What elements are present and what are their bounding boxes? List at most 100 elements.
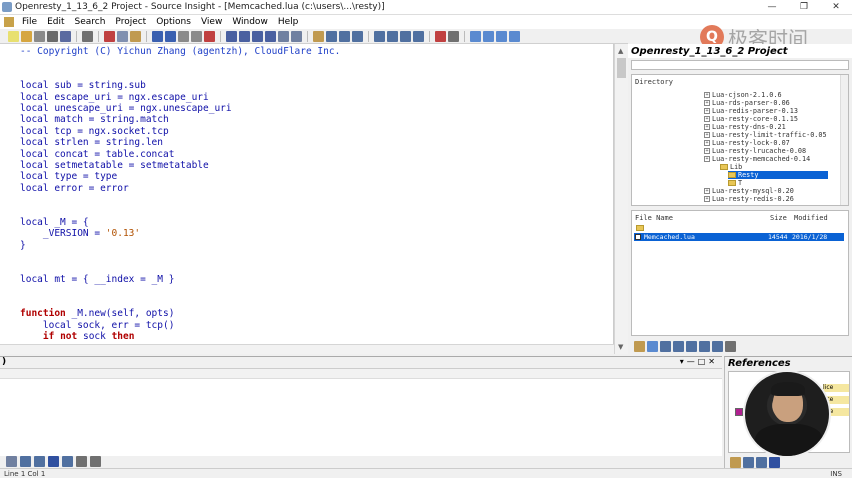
project-folder-icon[interactable] [634, 340, 645, 352]
code-line[interactable]: local mt = { __index = _M } [20, 274, 174, 285]
jump-forward-icon[interactable] [239, 30, 250, 42]
directory-scrollbar[interactable] [840, 75, 848, 205]
directory-tree-item[interactable]: + Lua-resty-limit-traffic-0.05 [704, 131, 827, 139]
nav-right-icon[interactable] [265, 30, 276, 42]
context-window-icon[interactable] [352, 30, 363, 42]
expand-icon[interactable]: + [704, 116, 710, 122]
context-book-icon[interactable] [34, 455, 45, 467]
project-tree-icon[interactable] [660, 340, 671, 352]
context-print-icon[interactable] [76, 455, 87, 467]
directory-tree-item[interactable]: + Lua-redis-parser-0.13 [704, 107, 798, 115]
jump-back-icon[interactable] [226, 30, 237, 42]
code-line[interactable]: local concat = table.concat [20, 149, 174, 160]
format-icon[interactable] [509, 30, 520, 42]
menu-window[interactable]: Window [227, 17, 273, 27]
file-list-panel[interactable]: File Name Size Modified Memcached.lua 145… [631, 210, 849, 336]
ref-folder-icon[interactable] [730, 456, 741, 468]
folder-icon[interactable] [728, 172, 736, 178]
menu-help[interactable]: Help [273, 17, 304, 27]
outdent-icon[interactable] [496, 30, 507, 42]
reference-row[interactable]: lice [823, 384, 849, 392]
folder-icon[interactable] [720, 164, 728, 170]
scroll-down-icon[interactable]: ▼ [618, 343, 623, 351]
context-font-icon[interactable] [62, 455, 73, 467]
open-file-icon[interactable] [21, 30, 32, 42]
parent-folder-icon[interactable] [636, 225, 644, 231]
code-line[interactable]: local type = type [20, 171, 117, 182]
lookup-icon[interactable] [448, 30, 459, 42]
close-file-icon[interactable] [60, 30, 71, 42]
project-filter-input[interactable] [631, 60, 849, 70]
expand-icon[interactable]: + [704, 196, 710, 202]
code-line[interactable]: local tcp = ngx.socket.tcp [20, 126, 169, 137]
layout-1-icon[interactable] [374, 30, 385, 42]
copy-icon[interactable] [117, 30, 128, 42]
code-line[interactable]: -- Copyright (C) Yichun Zhang (agentzh),… [20, 46, 340, 57]
editor-horizontal-scrollbar[interactable] [0, 344, 614, 354]
undo-icon[interactable] [152, 30, 163, 42]
menu-view[interactable]: View [196, 17, 227, 27]
code-line[interactable]: local unescape_uri = ngx.unescape_uri [20, 103, 232, 114]
expand-icon[interactable]: + [704, 156, 710, 162]
editor-vertical-scrollbar[interactable]: ▲ ▼ [614, 44, 628, 354]
file-modified-header[interactable]: Modified [794, 214, 828, 222]
directory-tree-item[interactable]: + Lua-resty-dns-0.21 [704, 123, 786, 131]
folder-icon[interactable] [728, 180, 736, 186]
directory-tree-item[interactable]: Lib [720, 163, 742, 171]
maximize-button[interactable]: ❐ [788, 0, 820, 15]
scroll-up-icon[interactable]: ▲ [618, 47, 623, 55]
project-options-icon[interactable] [725, 340, 736, 352]
code-line[interactable]: _VERSION = '0.13' [20, 228, 140, 239]
save-all-icon[interactable] [47, 30, 58, 42]
new-file-icon[interactable] [8, 30, 19, 42]
minimize-button[interactable]: — [756, 0, 788, 15]
file-row[interactable]: Memcached.lua 14544 2016/1/28 [634, 233, 844, 241]
code-line[interactable]: local sub = string.sub [20, 80, 146, 91]
project-file-icon[interactable] [686, 340, 697, 352]
expand-icon[interactable]: + [704, 92, 710, 98]
expand-icon[interactable]: + [704, 148, 710, 154]
replace-icon[interactable] [204, 30, 215, 42]
directory-tree-item[interactable]: + Lua-resty-mysql-0.20 [704, 187, 794, 195]
directory-tree-item[interactable]: + Lua-cjson-2.1.0.6 [704, 91, 782, 99]
close-button[interactable]: ✕ [820, 0, 852, 15]
context-list-icon[interactable] [20, 455, 31, 467]
expand-icon[interactable]: + [704, 100, 710, 106]
directory-tree-item[interactable]: + Lua-resty-memcached-0.14 [704, 155, 810, 163]
file-size-header[interactable]: Size [770, 214, 787, 222]
menu-project[interactable]: Project [110, 17, 151, 27]
ref-jump-icon[interactable] [769, 456, 780, 468]
context-ref-icon[interactable] [48, 455, 59, 467]
code-line[interactable]: local _M = { [20, 217, 89, 228]
directory-panel[interactable]: Directory + Lua-cjson-2.1.0.6 + Lua-rds-par… [631, 74, 849, 206]
mode-icon[interactable] [470, 30, 481, 42]
project-sort-icon[interactable] [712, 340, 723, 352]
paste-icon[interactable] [130, 30, 141, 42]
context-options-icon[interactable] [90, 455, 101, 467]
bookmark-next-icon[interactable] [291, 30, 302, 42]
redo-icon[interactable] [165, 30, 176, 42]
relation-window-icon[interactable] [339, 30, 350, 42]
file-name-header[interactable]: File Name [635, 214, 673, 222]
expand-icon[interactable]: + [704, 124, 710, 130]
directory-tree-item[interactable]: Resty [728, 171, 828, 179]
project-search-icon[interactable] [699, 340, 710, 352]
scroll-thumb[interactable] [617, 58, 626, 78]
layout-3-icon[interactable] [400, 30, 411, 42]
directory-tree-item[interactable]: + Lua-resty-lrucache-0.08 [704, 147, 806, 155]
ref-book-icon[interactable] [756, 456, 767, 468]
sync-icon[interactable] [435, 30, 446, 42]
code-line[interactable]: local escape_uri = ngx.escape_uri [20, 92, 209, 103]
panel-controls[interactable]: ▾—□✕ [680, 357, 718, 366]
directory-tree-item[interactable]: + Lua-resty-lock-0.07 [704, 139, 790, 147]
expand-icon[interactable]: + [704, 188, 710, 194]
ref-list-icon[interactable] [743, 456, 754, 468]
project-symbol-icon[interactable] [673, 340, 684, 352]
layout-2-icon[interactable] [387, 30, 398, 42]
nav-left-icon[interactable] [252, 30, 263, 42]
browse-project-icon[interactable] [313, 30, 324, 42]
expand-icon[interactable]: + [704, 132, 710, 138]
menu-edit[interactable]: Edit [42, 17, 69, 27]
directory-tree-item[interactable]: + Lua-resty-redis-0.26 [704, 195, 794, 203]
code-editor[interactable]: -- Copyright (C) Yichun Zhang (agentzh),… [0, 44, 614, 344]
